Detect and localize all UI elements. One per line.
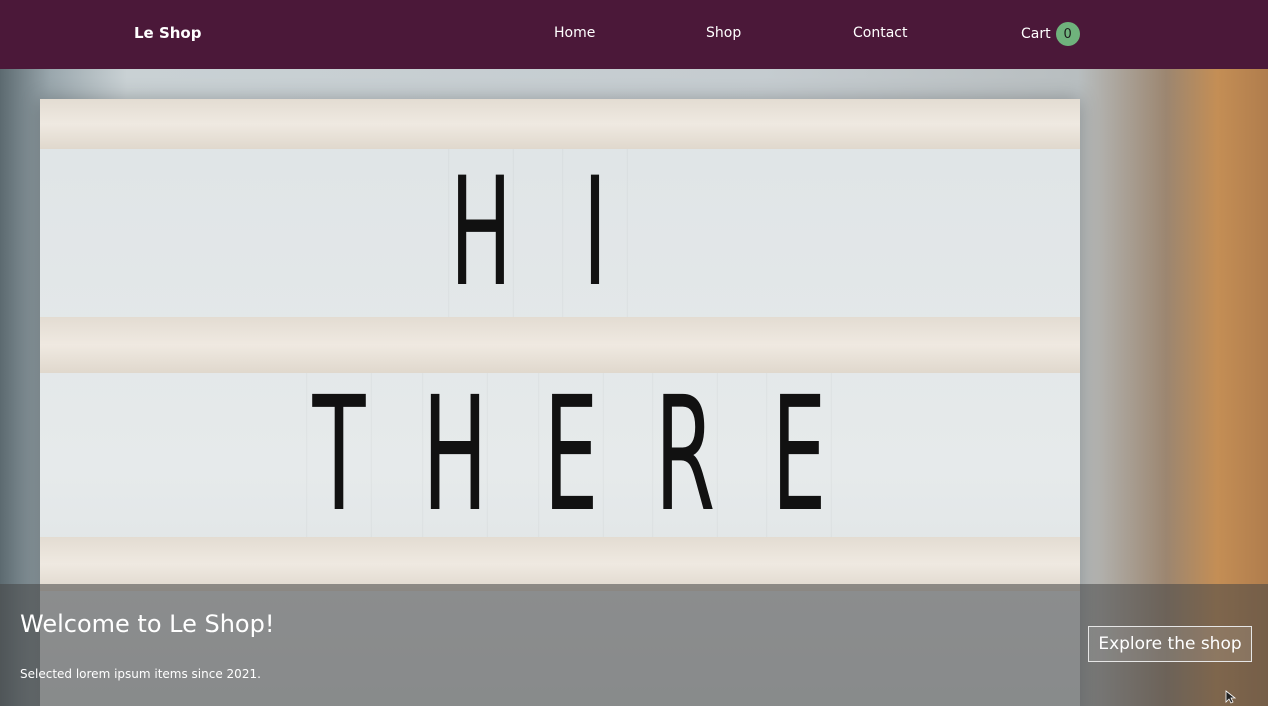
sign-strip [40,537,1080,591]
sign-row-2: T H E R E [40,363,1080,547]
sign-letter: E [538,363,604,547]
navbar: Le Shop Home Shop Contact Cart 0 [0,0,1268,69]
sign-letter: R [652,363,718,547]
brand-logo-link[interactable]: Le Shop [134,24,201,42]
cart-button[interactable]: Cart 0 [1021,22,1080,46]
nav-link-home[interactable]: Home [554,25,595,41]
hero-banner: H I T H E R E Welcome to Le Shop! Select… [0,69,1268,706]
nav-link-shop[interactable]: Shop [706,25,741,41]
sign-row-1: H I [40,146,1080,320]
sign-letter: I [562,146,628,320]
nav-link-contact[interactable]: Contact [853,25,907,41]
hero-subtitle: Selected lorem ipsum items since 2021. [20,667,261,681]
sign-letter: H [422,363,488,547]
sign-letter: T [306,363,372,547]
explore-shop-button[interactable]: Explore the shop [1088,626,1252,662]
mouse-cursor-icon [1225,690,1237,704]
cart-count-badge: 0 [1055,22,1080,46]
hero-caption-overlay: Welcome to Le Shop! Selected lorem ipsum… [0,584,1268,706]
sign-letter: E [766,363,832,547]
sign-strip [40,99,1080,149]
hero-title: Welcome to Le Shop! [20,610,275,638]
cart-label: Cart [1021,26,1051,42]
sign-letter: H [448,146,514,320]
